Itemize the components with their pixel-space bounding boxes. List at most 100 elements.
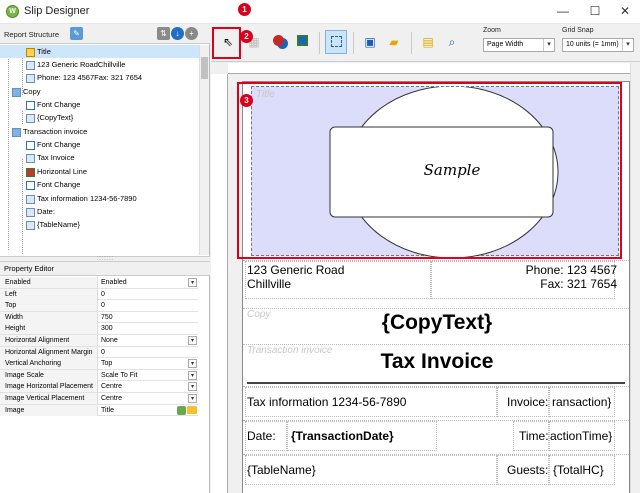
tree-item-font-change[interactable]: Font Change	[0, 138, 200, 151]
add-icon[interactable]: +	[185, 27, 198, 40]
property-row[interactable]: Image Title	[0, 404, 198, 417]
zoom-label: Zoom	[483, 27, 501, 34]
line-icon	[26, 167, 35, 177]
maximize-button[interactable]: ☐	[580, 0, 610, 24]
fax-line[interactable]: Fax: 321 7654	[540, 277, 617, 291]
tree-item-tablename[interactable]: {TableName}	[0, 218, 200, 231]
copy-band[interactable]: Copy {CopyText}	[243, 308, 631, 342]
section-icon	[12, 87, 21, 97]
tree-item-transaction-invoice[interactable]: Transaction invoice	[0, 125, 200, 138]
insert-shape-button[interactable]	[291, 30, 313, 54]
image-picker-icon[interactable]	[177, 405, 186, 415]
designer-toolbar: ⇖ ▦ ▣ ▰ ▤ ⌕ Zoom Page Width ▾ Grid Snap …	[211, 24, 640, 62]
tax-info-text[interactable]: Tax information 1234-56-7890	[247, 395, 406, 409]
chevron-down-icon[interactable]: ▾	[188, 359, 197, 369]
chevron-down-icon[interactable]: ▾	[188, 278, 197, 287]
font-icon	[26, 180, 35, 190]
left-panel: Report Structure ✎ ⇅ ↓ + Title 123 Gener…	[0, 24, 210, 493]
property-row[interactable]: Image Vertical Placement Centre ▾	[0, 392, 198, 405]
tree-item-address[interactable]: 123 Generic RoadChillville	[0, 58, 200, 71]
tree-item-date[interactable]: Date:	[0, 205, 200, 218]
pointer-tool-highlight	[212, 27, 241, 59]
chevron-down-icon[interactable]: ▾	[188, 335, 197, 345]
tree-item-phone[interactable]: Phone: 123 4567Fax: 321 7654	[0, 71, 200, 84]
sort-icon[interactable]: ⇅	[157, 27, 170, 40]
tree-item-font-change[interactable]: Font Change	[0, 98, 200, 111]
chevron-down-icon[interactable]: ▾	[543, 39, 554, 51]
property-row[interactable]: Top 0	[0, 300, 198, 312]
guests-label[interactable]: Guests:	[507, 463, 548, 477]
tree-scrollbar-thumb[interactable]	[201, 57, 208, 79]
wrench-icon[interactable]: ✎	[70, 27, 83, 40]
property-row[interactable]: Left 0	[0, 288, 198, 301]
copy-text[interactable]: {CopyText}	[243, 311, 631, 335]
table-row[interactable]: {TableName} Guests: {TotalHC}	[243, 454, 631, 486]
property-row[interactable]: Vertical Anchoring Top ▾	[0, 358, 198, 370]
invoice-value[interactable]: ransaction}	[552, 395, 611, 409]
callout-3: 3	[240, 94, 253, 107]
guests-value[interactable]: {TotalHC}	[553, 463, 604, 477]
date-label[interactable]: Date:	[247, 429, 276, 443]
time-value[interactable]: actionTime}	[550, 429, 612, 443]
date-value[interactable]: {TransactionDate}	[291, 429, 394, 443]
save-button[interactable]: ▣	[359, 30, 381, 54]
grid-snap-select[interactable]: 10 units (= 1mm) ▾	[562, 38, 634, 52]
property-row[interactable]: Image Horizontal Placement Centre ▾	[0, 381, 198, 393]
text-icon	[26, 194, 35, 204]
chevron-down-icon[interactable]: ▾	[622, 39, 633, 51]
close-button[interactable]: ✕	[610, 0, 640, 24]
text-icon	[26, 73, 35, 83]
tree-item-tax-information[interactable]: Tax information 1234-56-7890	[0, 192, 200, 205]
address-band[interactable]: 123 Generic Road Chillville Phone: 123 4…	[243, 260, 631, 300]
tree-item-horizontal-line[interactable]: Horizontal Line	[0, 165, 200, 178]
property-row[interactable]: Height 300	[0, 323, 198, 335]
image-icon	[26, 47, 35, 57]
canvas-scrollbar[interactable]	[630, 63, 640, 493]
grid-snap-label: Grid Snap	[562, 27, 594, 34]
horizontal-ruler	[228, 63, 640, 74]
font-icon	[26, 140, 35, 150]
property-editor-header: Property Editor	[0, 262, 210, 276]
callout-1: 1	[238, 3, 251, 16]
tax-info-row[interactable]: Tax information 1234-56-7890 Invoice: ra…	[243, 386, 631, 418]
move-down-icon[interactable]: ↓	[171, 27, 184, 40]
horizontal-line[interactable]	[247, 382, 625, 384]
text-icon	[26, 220, 35, 230]
zoom-select[interactable]: Page Width ▾	[483, 38, 555, 52]
callout-2: 2	[240, 30, 253, 43]
property-row[interactable]: Horizontal Alignment None ▾	[0, 334, 198, 347]
property-row[interactable]: Width 750	[0, 311, 198, 324]
text-icon	[26, 60, 35, 70]
preview-button[interactable]: ⌕	[441, 30, 463, 54]
folder-icon[interactable]	[187, 405, 197, 414]
export-button[interactable]: ▤	[417, 30, 439, 54]
minimize-button[interactable]: —	[548, 0, 578, 24]
tree-item-copy[interactable]: Copy	[0, 85, 200, 98]
date-row[interactable]: Date: {TransactionDate} Time: actionTime…	[243, 420, 631, 452]
select-area-button[interactable]	[325, 30, 347, 54]
transaction-invoice-band[interactable]: Transaction invoice Tax Invoice	[243, 344, 631, 380]
invoice-label[interactable]: Invoice:	[507, 395, 548, 409]
address-line[interactable]: 123 Generic Road	[247, 263, 344, 277]
table-name[interactable]: {TableName}	[247, 463, 316, 477]
chevron-down-icon[interactable]: ▾	[188, 393, 197, 403]
title-band-highlight	[237, 82, 622, 259]
tree-item-title[interactable]: Title	[0, 45, 200, 58]
property-row[interactable]: Enabled Enabled ▾	[0, 277, 198, 289]
time-label[interactable]: Time:	[519, 429, 549, 443]
city-line[interactable]: Chillville	[247, 277, 291, 291]
tree-scrollbar[interactable]	[199, 45, 209, 255]
property-row[interactable]: Image Scale Scale To Fit ▾	[0, 369, 198, 382]
tax-invoice-heading[interactable]: Tax Invoice	[243, 350, 631, 374]
tree-item-copytext[interactable]: {CopyText}	[0, 111, 200, 124]
tree-item-font-change[interactable]: Font Change	[0, 178, 200, 191]
text-icon	[26, 113, 35, 123]
tree-item-tax-invoice[interactable]: Tax Invoice	[0, 151, 200, 164]
chevron-down-icon[interactable]: ▾	[188, 382, 197, 392]
phone-line[interactable]: Phone: 123 4567	[526, 263, 617, 277]
chevron-down-icon[interactable]: ▾	[188, 370, 197, 380]
insert-image-button[interactable]	[267, 30, 289, 54]
report-structure-header: Report Structure ✎ ⇅ ↓ +	[0, 24, 210, 44]
open-folder-button[interactable]: ▰	[383, 30, 405, 54]
property-row[interactable]: Horizontal Alignment Margin 0	[0, 346, 198, 359]
